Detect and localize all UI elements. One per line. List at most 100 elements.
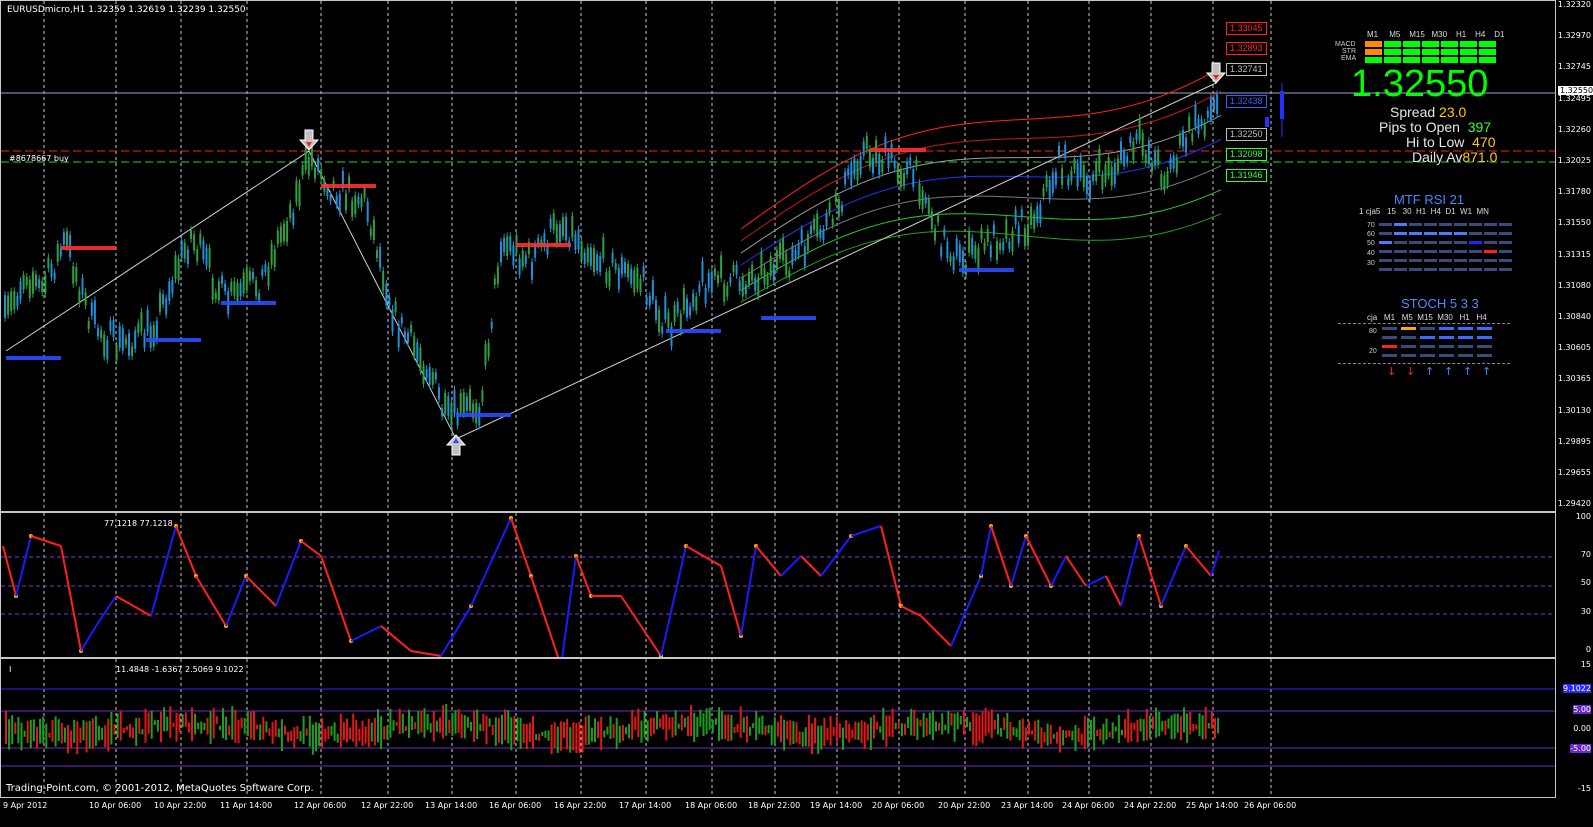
osc-axis-label: -5.00	[1570, 744, 1591, 753]
rsi-indicator-pane[interactable]: 77.1218 77.1218	[0, 512, 1556, 658]
osc-bar	[1133, 723, 1136, 731]
osc-bar	[987, 711, 990, 734]
candle-body	[84, 292, 87, 306]
candle-body	[1054, 171, 1057, 185]
candle-body	[952, 256, 955, 271]
osc-bar	[761, 715, 764, 735]
candle-body	[893, 160, 896, 169]
osc-bar	[984, 707, 987, 736]
osc-bar	[1161, 720, 1164, 732]
signal-cell	[1479, 49, 1496, 55]
osc-bar	[280, 719, 283, 751]
level-marker	[871, 148, 926, 152]
candle-body	[741, 276, 744, 297]
osc-bar	[370, 722, 373, 742]
rsi-segment	[1160, 545, 1187, 607]
mtf-rsi-cell	[1379, 241, 1392, 244]
osc-bar	[197, 722, 200, 730]
candle-body	[943, 229, 946, 236]
candle-body	[989, 245, 992, 258]
candle-body	[872, 157, 874, 174]
osc-bar	[132, 727, 135, 739]
osc-bar	[981, 711, 984, 744]
time-axis-label: 16 Apr 22:00	[554, 801, 607, 810]
osc-bar	[1074, 725, 1077, 751]
time-axis-label: 13 Apr 14:00	[425, 801, 478, 810]
rsi-axis-label: 0	[1585, 645, 1591, 654]
time-axis-label: 18 Apr 22:00	[748, 801, 801, 810]
candle-body	[571, 215, 574, 238]
candle-body	[682, 287, 685, 311]
osc-bar	[959, 715, 962, 725]
candle-body	[562, 217, 564, 237]
time-axis[interactable]: 9 Apr 2012 10 Apr 06:00 10 Apr 22:00 11 Apr…	[0, 798, 1556, 827]
candle-body	[357, 196, 360, 205]
osc-bar	[823, 718, 826, 747]
sell-arrow-icon	[298, 129, 320, 151]
osc-bar	[603, 730, 606, 738]
osc-bar	[804, 727, 807, 747]
osc-axis-label: 5.00	[1573, 705, 1591, 714]
rsi-axis[interactable]: 100 70 50 30 0	[1556, 512, 1593, 658]
projection-bar	[1265, 117, 1269, 127]
rsi-segment	[880, 525, 902, 607]
osc-bar	[305, 728, 308, 736]
mtf-rsi-cell	[1424, 241, 1437, 244]
candle-body	[1169, 157, 1172, 169]
candle-body	[707, 272, 710, 288]
signal-cell	[1460, 49, 1477, 55]
osc-bar	[104, 725, 107, 748]
candle-body	[915, 159, 918, 167]
time-axis-label: 17 Apr 14:00	[619, 801, 672, 810]
osc-bar	[1099, 729, 1102, 741]
osc-bar	[718, 707, 720, 741]
osc-bar	[637, 708, 640, 738]
candle-body	[394, 301, 397, 313]
candle-body	[236, 283, 239, 302]
price-axis[interactable]: 1.32320 1.32970 1.32745 1.32495 1.32260 1.320…	[1556, 0, 1593, 512]
rsi-segment	[60, 545, 82, 652]
candle-body	[999, 242, 1002, 250]
candle-body	[717, 274, 719, 284]
osc-bar	[318, 723, 321, 747]
osc-bar	[835, 716, 838, 743]
osc-bar	[42, 716, 45, 744]
candle-body	[66, 231, 68, 247]
osc-bar	[541, 731, 544, 736]
osc-bar	[662, 714, 665, 730]
osc-bar	[454, 710, 457, 734]
candle-body	[1172, 155, 1175, 169]
mtf-rsi-cell	[1424, 250, 1437, 253]
osc-bar	[404, 726, 407, 732]
osc-bar	[147, 712, 150, 734]
osc-bar	[442, 705, 445, 739]
osc-bar	[969, 722, 972, 732]
candle-body	[698, 284, 701, 293]
osc-bar	[364, 726, 367, 744]
mtf-rsi-cell	[1394, 268, 1407, 271]
price-chart-pane[interactable]: EURUSDmicro,H1 1.32359 1.32619 1.32239 1…	[0, 0, 1556, 512]
osc-bar	[355, 719, 358, 747]
candle-body	[146, 309, 149, 332]
osc-bar	[795, 722, 798, 743]
oscillator-axis[interactable]: 15 9.1022 5.00 0.00 -5.00 -15	[1556, 658, 1593, 798]
candle-body	[608, 270, 611, 287]
candle-body	[320, 168, 323, 180]
stoch-cell	[1477, 345, 1492, 348]
osc-bar	[814, 718, 817, 744]
osc-bar	[1034, 720, 1037, 741]
candle-body	[382, 270, 385, 291]
candle-body	[469, 389, 471, 411]
osc-bar	[445, 704, 448, 736]
osc-bar	[643, 710, 646, 738]
candle-body	[112, 320, 115, 338]
candle-body	[273, 249, 276, 267]
osc-bar	[45, 723, 48, 749]
candle-body	[180, 240, 183, 258]
stoch-cell	[1439, 336, 1454, 339]
candle-body	[87, 321, 90, 329]
oscillator-pane[interactable]: I 11.4848 -1.6367 2.5069 9.1022 Trading-…	[0, 658, 1556, 798]
time-axis-label: 25 Apr 14:00	[1186, 801, 1239, 810]
candle-body	[788, 270, 791, 278]
order-label[interactable]: #8678667 buy	[9, 154, 69, 163]
